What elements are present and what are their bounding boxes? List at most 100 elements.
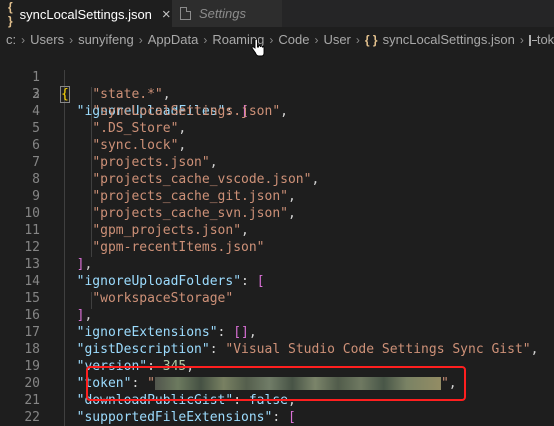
comma: , (248, 325, 257, 340)
breadcrumb-drive[interactable]: c: (6, 32, 16, 47)
chevron-right-icon: › (269, 32, 274, 47)
chevron-right-icon: › (314, 32, 319, 47)
json-string: "gpm_projects.json" (92, 223, 242, 238)
json-key: "supportedFileExtensions" (76, 410, 273, 425)
code-line: 2 "ignoreUploadFiles": [ (0, 69, 249, 119)
open-bracket: [ (256, 274, 265, 289)
line-number: 18 (24, 342, 40, 357)
line-number: 12 (24, 240, 40, 255)
code-text: "ignoreExtensions": [], (61, 324, 257, 341)
line-number: 9 (32, 189, 40, 204)
field-icon (528, 35, 537, 46)
code-text: ], (61, 307, 93, 324)
line-number: 6 (32, 138, 40, 153)
line-number: 22 (24, 410, 40, 425)
line-number: 11 (24, 223, 40, 238)
line-number: 16 (24, 308, 40, 323)
comma: , (162, 87, 171, 102)
open-bracket: [ (287, 410, 296, 425)
breadcrumb-code[interactable]: Code (278, 32, 309, 47)
close-icon[interactable]: × (162, 6, 171, 23)
code-line: 1 { (0, 52, 70, 103)
tab-label: syncLocalSettings.json (19, 6, 152, 22)
breadcrumb-file[interactable]: syncLocalSettings.json (383, 32, 515, 47)
comma: , (280, 104, 288, 119)
code-text: "projects_cache_svn.json", (61, 205, 296, 222)
line-number: 14 (24, 274, 40, 289)
json-string: "workspaceStorage" (92, 291, 234, 306)
comma: , (530, 342, 539, 357)
code-text: "ignoreUploadFolders": [ (61, 273, 265, 290)
code-text: "projects_cache_git.json", (61, 188, 296, 205)
colon: : (241, 274, 257, 289)
line-number: 17 (24, 325, 40, 340)
colon: : (217, 325, 234, 340)
json-file-icon: { } (8, 0, 13, 28)
line-number: 10 (24, 206, 40, 221)
chevron-right-icon: › (69, 32, 74, 47)
json-key: "ignoreExtensions" (76, 325, 218, 340)
line-number: 13 (24, 257, 40, 272)
json-file-icon: { } (364, 32, 378, 47)
colon: : (272, 410, 288, 425)
json-key: "gistDescription" (76, 342, 210, 357)
chevron-right-icon: › (138, 32, 143, 47)
tab-synclocalsettings[interactable]: { } syncLocalSettings.json × (0, 0, 172, 28)
line-number: 5 (32, 121, 40, 136)
json-string: "projects_cache_vscode.json" (92, 172, 312, 187)
json-string: "gpm-recentItems.json" (92, 240, 265, 255)
code-text: "supportedFileExtensions": [ (61, 409, 296, 426)
breadcrumb-user[interactable]: sunyifeng (78, 32, 134, 47)
json-string: "state.*" (92, 87, 163, 102)
highlight-box (86, 366, 466, 401)
chevron-right-icon: › (355, 32, 360, 47)
json-string: "sync.lock" (92, 138, 179, 153)
code-text: "workspaceStorage" (61, 290, 233, 307)
tab-label: Settings (199, 6, 246, 21)
json-string: "projects.json" (92, 155, 210, 170)
code-text: ], (61, 256, 93, 273)
json-string: "Visual Studio Code Settings Sync Gist" (225, 342, 531, 357)
breadcrumb-symbol[interactable]: token (537, 32, 554, 47)
json-key: "ignoreUploadFolders" (76, 274, 242, 289)
comma: , (209, 155, 218, 170)
comma: , (287, 189, 296, 204)
comma: , (84, 308, 93, 323)
chevron-right-icon: › (519, 32, 524, 47)
json-string: "syncLocalSettings.json" (92, 104, 281, 119)
code-text: ".DS_Store", (61, 120, 186, 137)
json-string: "projects_cache_git.json" (92, 189, 288, 204)
comma: , (241, 223, 249, 238)
comma: , (287, 206, 296, 221)
code-text: "projects.json", (61, 154, 218, 171)
line-number: 4 (32, 104, 40, 119)
json-string: "projects_cache_svn.json" (92, 206, 288, 221)
code-text: "syncLocalSettings.json", (61, 103, 288, 120)
code-text: "gistDescription": "Visual Studio Code S… (61, 341, 539, 358)
json-string: ".DS_Store" (92, 121, 179, 136)
comma: , (311, 172, 320, 187)
line-number: 8 (32, 172, 40, 187)
chevron-right-icon: › (21, 32, 26, 47)
line-number: 15 (24, 291, 40, 306)
line-number: 21 (24, 393, 40, 408)
line-number: 20 (24, 376, 40, 391)
line-number: 19 (24, 359, 40, 374)
document-icon (180, 7, 191, 20)
comma: , (84, 257, 93, 272)
code-text: "state.*", (61, 86, 171, 103)
breadcrumb-user-folder[interactable]: User (323, 32, 350, 47)
tab-bar: { } syncLocalSettings.json × Settings (0, 0, 554, 28)
code-text: "projects_cache_vscode.json", (61, 171, 319, 188)
colon: : (209, 342, 226, 357)
line-number: 3 (32, 87, 40, 102)
code-text: "gpm-recentItems.json" (61, 239, 265, 256)
empty-array: [] (233, 325, 249, 340)
code-text: "gpm_projects.json", (61, 222, 249, 239)
breadcrumb-appdata[interactable]: AppData (148, 32, 199, 47)
comma: , (178, 138, 187, 153)
line-number: 7 (32, 155, 40, 170)
breadcrumb-users[interactable]: Users (30, 32, 64, 47)
tab-settings[interactable]: Settings (172, 0, 282, 27)
code-text: "sync.lock", (61, 137, 186, 154)
